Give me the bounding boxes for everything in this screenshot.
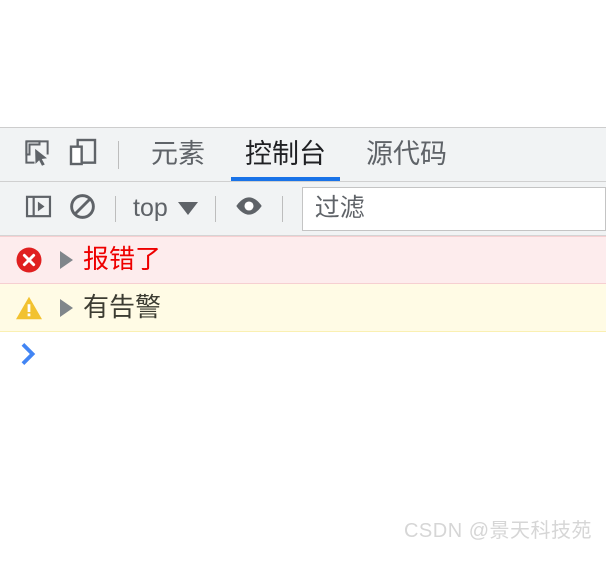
- toolbar-divider-2: [214, 195, 216, 222]
- toggle-device-toolbar-button[interactable]: [60, 132, 106, 178]
- filter-field-wrapper: [301, 182, 606, 235]
- clear-console-button[interactable]: [60, 187, 104, 231]
- expand-triangle-icon[interactable]: [60, 298, 73, 317]
- console-message-error-text: 报错了: [83, 245, 162, 274]
- console-toolbar: top: [0, 182, 606, 236]
- execution-context-selector[interactable]: top: [127, 196, 204, 221]
- tabbar-divider: [118, 140, 119, 169]
- devtools-panel: 元素 控制台 源代码 top 过滤 报错了 有告警 CSDN @景天科技苑: [0, 127, 606, 563]
- chevron-down-icon: [177, 202, 198, 215]
- tab-sources-label: 源代码: [366, 139, 447, 169]
- inspect-element-icon: [22, 137, 52, 172]
- devtools-tabbar: 元素 控制台 源代码: [0, 128, 606, 182]
- prompt-chevron-icon: [18, 341, 40, 373]
- page-content-area: [0, 0, 606, 127]
- toolbar-divider-3: [281, 195, 283, 222]
- console-message-error[interactable]: 报错了: [0, 236, 606, 284]
- live-expression-eye-icon: [233, 190, 265, 227]
- tab-console[interactable]: 控制台: [225, 128, 346, 181]
- clear-console-icon: [68, 192, 97, 226]
- tab-sources[interactable]: 源代码: [346, 128, 467, 181]
- warning-triangle-icon: [14, 293, 44, 323]
- create-live-expression-button[interactable]: [227, 187, 271, 231]
- filter-input[interactable]: [301, 186, 606, 231]
- error-circle-icon: [14, 245, 44, 275]
- toolbar-divider-1: [115, 195, 116, 222]
- device-toolbar-icon: [67, 136, 99, 173]
- execution-context-label: top: [133, 194, 168, 222]
- inspect-element-button[interactable]: [14, 132, 60, 178]
- console-prompt-row[interactable]: [0, 332, 606, 382]
- tab-elements[interactable]: 元素: [131, 128, 225, 181]
- show-console-sidebar-button[interactable]: [16, 187, 60, 231]
- console-message-warning-text: 有告警: [83, 292, 162, 322]
- tab-elements-label: 元素: [151, 139, 205, 169]
- console-message-warning[interactable]: 有告警: [0, 284, 606, 332]
- tab-console-label: 控制台: [245, 139, 326, 169]
- expand-triangle-icon[interactable]: [60, 251, 73, 269]
- console-message-list: 报错了 有告警 CSDN @景天科技苑: [0, 236, 606, 563]
- watermark: CSDN @景天科技苑: [403, 520, 592, 542]
- show-console-sidebar-icon: [24, 192, 53, 226]
